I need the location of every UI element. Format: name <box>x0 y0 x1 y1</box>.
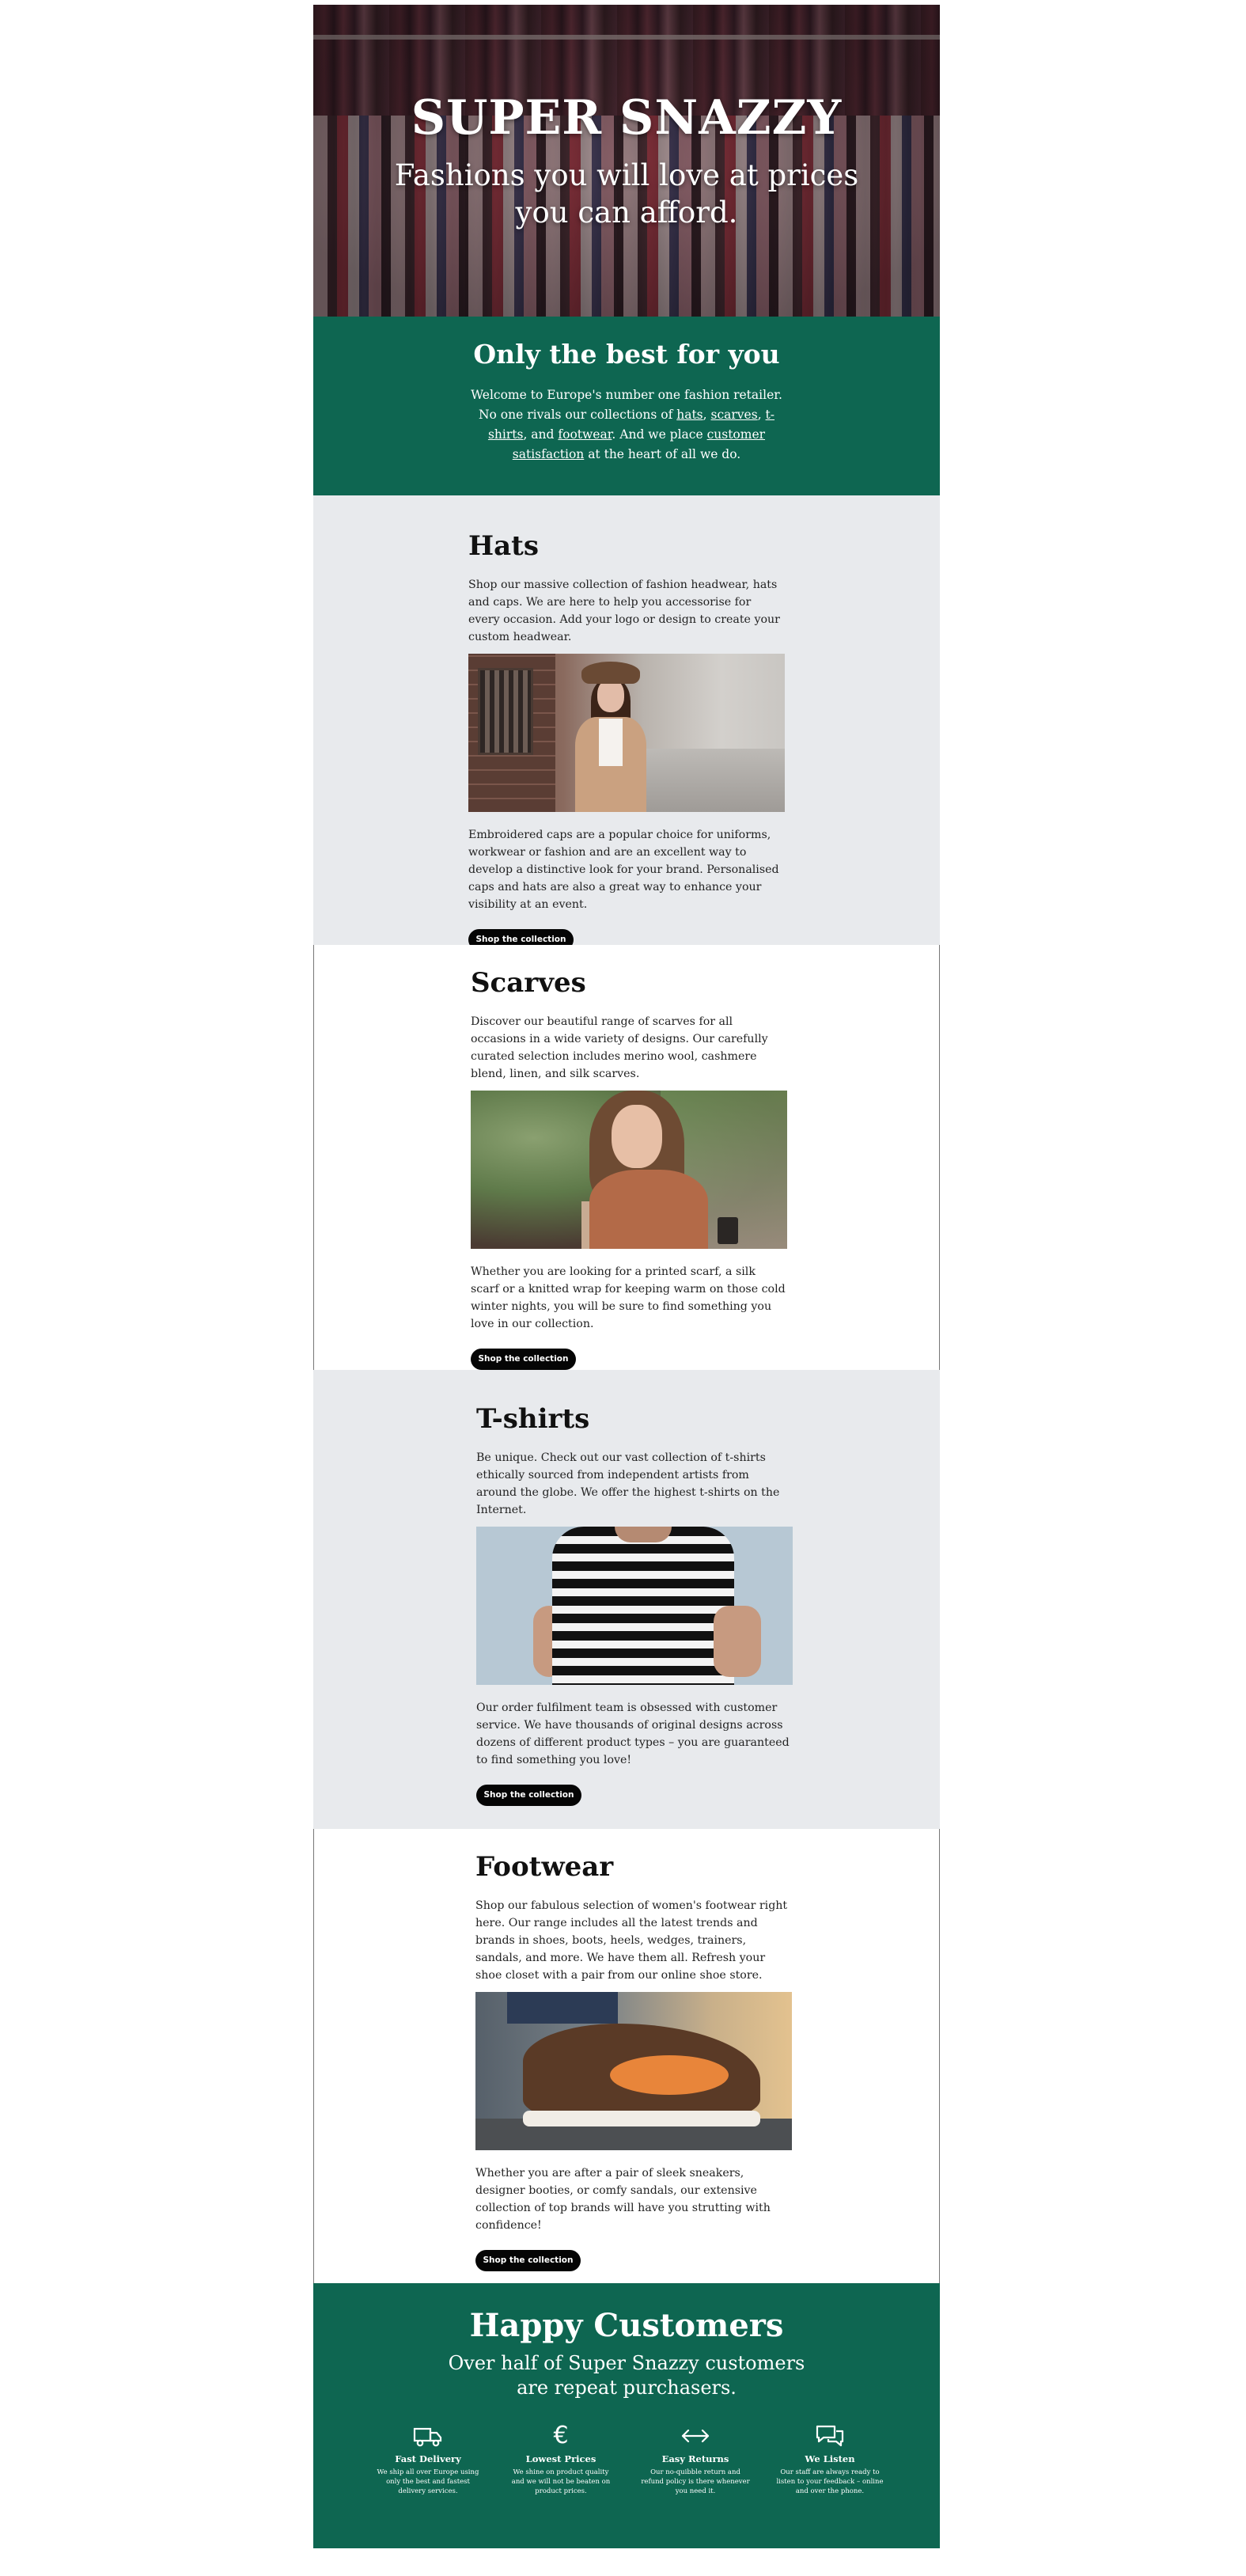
chat-icon <box>814 2422 846 2450</box>
hats-image <box>468 654 785 812</box>
feature-fast-delivery: Fast Delivery We ship all over Europe us… <box>369 2422 487 2496</box>
truck-icon <box>412 2422 444 2450</box>
email-page: SUPER SNAZZY Fashions you will love at p… <box>313 5 940 2548</box>
section-title: Footwear <box>475 1851 614 1883</box>
section-intro-text: Be unique. Check out our vast collection… <box>476 1451 780 1516</box>
shop-scarves-button[interactable]: Shop the collection <box>471 1349 576 1370</box>
feature-we-listen: We Listen Our staff are always ready to … <box>771 2422 889 2496</box>
section-detail-text: Embroidered caps are a popular choice fo… <box>468 829 779 911</box>
happy-customers-section: Happy Customers Over half of Super Snazz… <box>313 2283 940 2548</box>
section-scarves: Scarves Discover our beautiful range of … <box>313 945 940 1370</box>
section-tshirts: T-shirts Be unique. Check out our vast c… <box>313 1370 940 1829</box>
section-intro-text: Shop our massive collection of fashion h… <box>468 579 780 643</box>
shop-footwear-button[interactable]: Shop the collection <box>475 2250 581 2271</box>
shop-tshirts-button[interactable]: Shop the collection <box>476 1785 581 1806</box>
section-intro-text: Shop our fabulous selection of women's f… <box>475 1899 788 1982</box>
hats-link[interactable]: hats <box>676 408 703 422</box>
feature-easy-returns: Easy Returns Our no-quibble return and r… <box>636 2422 755 2496</box>
section-detail-text: Our order fulfilment team is obsessed wi… <box>476 1702 790 1766</box>
footwear-image <box>475 1992 792 2150</box>
arrows-icon <box>680 2422 711 2450</box>
intro-text: Welcome to Europe's number one fashion r… <box>471 388 782 461</box>
scarves-image <box>471 1091 787 1249</box>
feature-lowest-prices: € Lowest Prices We shine on product qual… <box>511 2422 611 2495</box>
intro-heading: Only the best for you <box>473 339 780 370</box>
tshirts-image <box>476 1527 793 1685</box>
footwear-link[interactable]: footwear <box>558 427 612 442</box>
section-title: Hats <box>468 530 540 562</box>
hero-subtitle: Fashions you will love at prices you can… <box>394 158 859 230</box>
euro-icon: € <box>553 2422 569 2449</box>
scarves-link[interactable]: scarves <box>711 408 758 422</box>
happy-heading: Happy Customers <box>469 2307 784 2344</box>
hero-title: SUPER SNAZZY <box>411 90 843 146</box>
section-hats: Hats Shop our massive collection of fash… <box>313 495 940 950</box>
happy-subtitle: Over half of Super Snazzy customers are … <box>448 2352 805 2399</box>
section-detail-text: Whether you are after a pair of sleek sn… <box>475 2167 771 2232</box>
intro-section: Only the best for you Welcome to Europe'… <box>313 317 940 495</box>
section-title: T-shirts <box>476 1403 590 1435</box>
section-title: Scarves <box>471 967 586 999</box>
hero-banner: SUPER SNAZZY Fashions you will love at p… <box>313 5 940 317</box>
section-detail-text: Whether you are looking for a printed sc… <box>471 1265 786 1330</box>
section-intro-text: Discover our beautiful range of scarves … <box>471 1015 768 1080</box>
section-footwear: Footwear Shop our fabulous selection of … <box>313 1829 940 2283</box>
